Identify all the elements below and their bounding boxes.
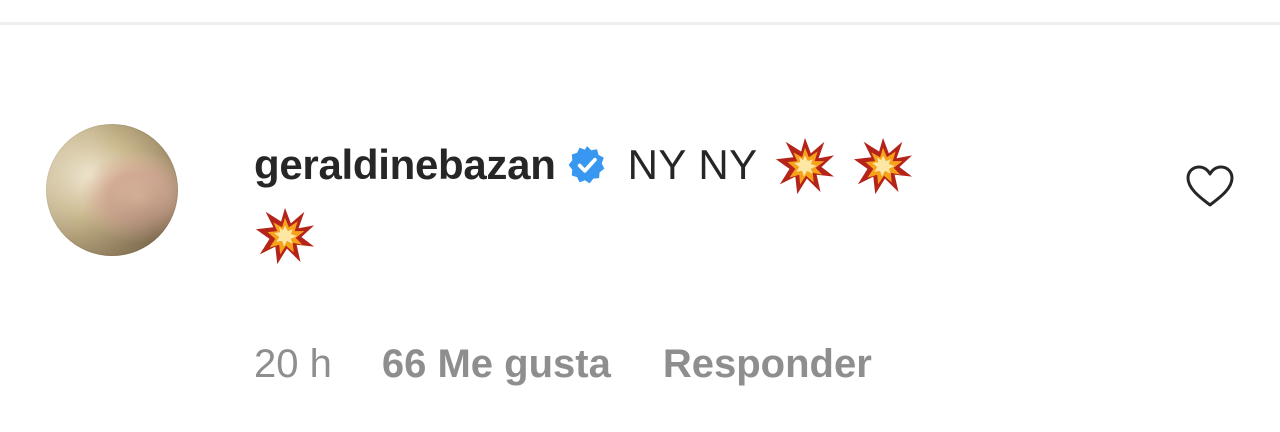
comment-body: geraldinebazan NY NY [254, 132, 1134, 268]
comment-time[interactable]: 20 h [254, 342, 332, 387]
collision-emoji-icon [853, 137, 912, 195]
avatar[interactable] [46, 124, 178, 256]
reply-button[interactable]: Responder [663, 342, 872, 387]
likes-count-button[interactable]: 66 Me gusta [382, 342, 611, 387]
collision-emoji-icon [255, 207, 315, 265]
heart-icon[interactable] [1184, 164, 1236, 208]
comment-text: NY NY [627, 141, 758, 188]
comment-meta: 20 h 66 Me gusta Responder [254, 338, 872, 390]
verified-badge-icon [568, 146, 604, 184]
username-link[interactable]: geraldinebazan [254, 144, 556, 186]
collision-emoji-icon [775, 137, 834, 195]
avatar-photo [46, 124, 178, 256]
comment-item: geraldinebazan NY NY 20 h 66 Me gusta Re… [0, 0, 1280, 432]
